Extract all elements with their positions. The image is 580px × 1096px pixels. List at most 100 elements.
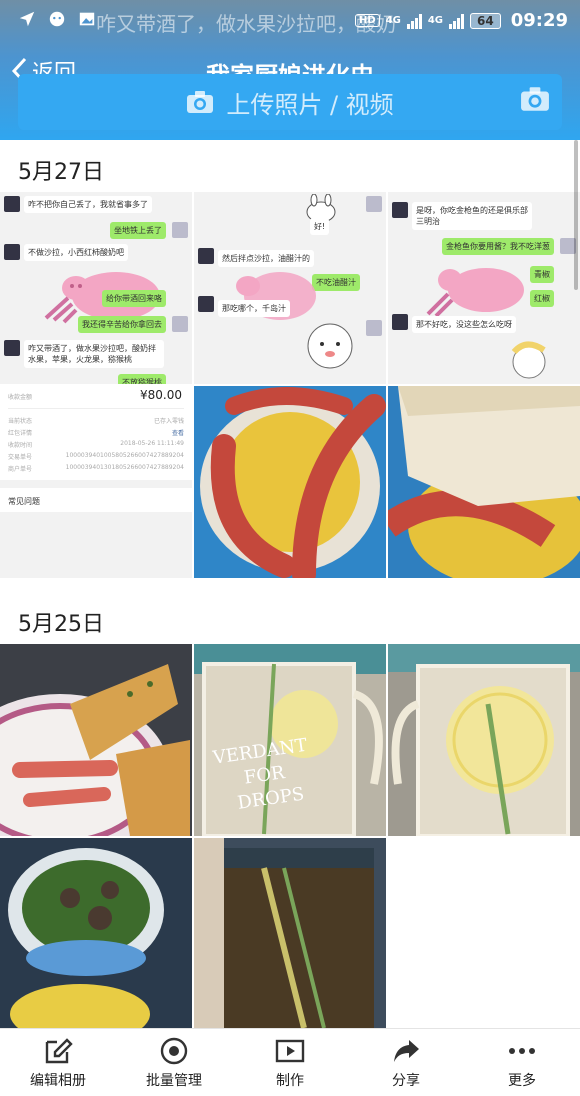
receipt-label: 收款金额 xyxy=(8,394,33,401)
avatar xyxy=(4,340,20,356)
status-icons-left xyxy=(18,10,96,28)
chat-app-icon xyxy=(49,11,65,27)
scrollbar[interactable] xyxy=(574,140,578,290)
avatar xyxy=(172,316,188,332)
chat-message: 那不好吃，没这些怎么吃呀 xyxy=(412,316,516,333)
photo-thumbnail[interactable] xyxy=(0,644,192,836)
signal-icon-2 xyxy=(449,13,464,29)
chat-message: 红椒 xyxy=(530,290,554,307)
avatar xyxy=(198,248,214,264)
receipt-row: 收款时间 2018-05-26 11:11:49 xyxy=(8,440,184,449)
avatar xyxy=(366,196,382,212)
photo-thumbnail[interactable]: 咋不把你自己丢了，我就省事多了 坐地铁上丢了 不做沙拉，小西红柿酸奶吧 给你带酒… xyxy=(0,192,192,384)
chat-message: 咋又带酒了，做水果沙拉吧，酸奶拌水果，苹果，火龙果，猕猴桃 xyxy=(24,340,164,368)
receipt-faq: 常见问题 xyxy=(8,497,40,506)
receipt-key: 交易单号 xyxy=(8,454,33,461)
camera-icon-right[interactable] xyxy=(520,86,550,112)
photo-thumbnail[interactable] xyxy=(194,838,386,1030)
receipt-background xyxy=(0,512,192,578)
avatar xyxy=(4,244,20,260)
section-date: 5月27日 xyxy=(18,160,104,185)
character-sticker-icon xyxy=(307,323,353,369)
photo-thumbnail[interactable]: 是呀，你吃金枪鱼的还是俱乐部三明治 金枪鱼你要用酱？我不吃洋葱 青椒 红椒 那不… xyxy=(388,192,580,384)
receipt-key: 红包详情 xyxy=(8,430,33,437)
bottom-toolbar: 编辑相册 批量管理 制作 分享 更多 xyxy=(0,1028,580,1096)
photo-thumbnail[interactable] xyxy=(388,644,580,836)
toolbar-label: 更多 xyxy=(508,1072,536,1089)
food-photo-toast xyxy=(388,386,580,578)
receipt-row: 交易单号 1000039401005805266007427889204 xyxy=(8,452,184,461)
section-date: 5月25日 xyxy=(18,612,104,637)
divider xyxy=(0,480,192,488)
photo-thumbnail[interactable] xyxy=(194,386,386,578)
status-bar: 咋又带酒了，做水果沙拉吧，酸奶 HD 4G 4G 64 09:29 xyxy=(0,0,580,42)
receipt-value: 1000039401301805266007427889204 xyxy=(65,464,184,471)
more-button[interactable]: 更多 xyxy=(464,1029,580,1096)
photo-grid: VERDANT FOR DROPS xyxy=(0,644,580,1030)
receipt-value: 2018-05-26 11:11:49 xyxy=(120,440,184,447)
chat-message: 好! xyxy=(310,218,330,235)
receipt-value: 1000039401005805266007427889204 xyxy=(65,452,184,459)
chat-message: 我还得辛苦给你拿回去 xyxy=(78,316,166,333)
receipt-row: 红包详情 查看 xyxy=(8,428,184,437)
batch-manage-button[interactable]: 批量管理 xyxy=(116,1029,232,1096)
toolbar-label: 批量管理 xyxy=(146,1072,202,1089)
toolbar-label: 制作 xyxy=(276,1072,304,1089)
header: 咋又带酒了，做水果沙拉吧，酸奶 HD 4G 4G 64 09:29 返回 我家厨… xyxy=(0,0,580,140)
food-photo-egg-sausage xyxy=(194,386,386,578)
chat-message: 不放猕猴桃 xyxy=(118,374,166,384)
clock: 09:29 xyxy=(510,10,568,31)
more-icon xyxy=(509,1047,535,1054)
toolbar-label: 分享 xyxy=(392,1072,420,1089)
avatar xyxy=(392,314,408,330)
divider xyxy=(8,408,184,409)
receipt-amount: ¥80.00 xyxy=(140,388,182,402)
receipt-key: 收款时间 xyxy=(8,442,33,449)
avatar xyxy=(198,296,214,312)
chat-message: 是呀，你吃金枪鱼的还是俱乐部三明治 xyxy=(412,202,532,230)
receipt-key: 当前状态 xyxy=(8,418,33,425)
share-icon xyxy=(394,1039,419,1062)
network-4g-1: 4G xyxy=(385,14,401,26)
receipt-row: 商户单号 1000039401301805266007427889204 xyxy=(8,464,184,473)
dark-drink-jar-photo xyxy=(194,838,386,1029)
lemon-water-jar-photo xyxy=(388,644,580,836)
photo-thumbnail[interactable]: VERDANT FOR DROPS xyxy=(194,644,386,836)
receipt-row: 当前状态 已存入零钱 xyxy=(8,416,184,425)
chat-message: 给你带酒回来咯 xyxy=(102,290,166,307)
avatar xyxy=(4,196,20,212)
photo-thumbnail[interactable] xyxy=(388,386,580,578)
signal-icon xyxy=(406,13,422,29)
photo-thumbnail[interactable]: 好! 然后拌点沙拉，油醋汁的 不吃油醋汁 那吃哪个，千岛汁 xyxy=(194,192,386,384)
battery-indicator: 64 xyxy=(470,12,501,29)
upload-button[interactable]: 上传照片 / 视频 xyxy=(18,74,562,130)
upload-label: 上传照片 / 视频 xyxy=(226,90,394,119)
chat-message: 那吃哪个，千岛汁 xyxy=(218,300,290,317)
food-photo-peppers xyxy=(0,838,192,1030)
peppa-sticker-icon xyxy=(426,268,524,318)
share-button[interactable]: 分享 xyxy=(348,1029,464,1096)
status-icons-right: HD 4G 4G 64 09:29 xyxy=(354,10,568,31)
location-icon xyxy=(19,11,35,27)
character-sticker-icon xyxy=(511,341,546,379)
edit-icon xyxy=(45,1037,73,1063)
photo-thumbnail[interactable]: 收款金额 ¥80.00 当前状态 已存入零钱 红包详情 查看 收款时间 2018-05… xyxy=(0,386,192,578)
hd-badge: HD xyxy=(354,14,380,27)
network-4g-2: 4G xyxy=(427,14,443,26)
create-button[interactable]: 制作 xyxy=(232,1029,348,1096)
batch-manage-icon xyxy=(160,1037,188,1064)
receipt-value: 已存入零钱 xyxy=(153,418,184,425)
avatar xyxy=(366,320,382,336)
avatar xyxy=(392,202,408,218)
album-page: 咋又带酒了，做水果沙拉吧，酸奶 HD 4G 4G 64 09:29 返回 我家厨… xyxy=(0,0,580,1096)
edit-album-button[interactable]: 编辑相册 xyxy=(0,1029,116,1096)
photo-thumbnail[interactable] xyxy=(0,838,192,1030)
camera-icon xyxy=(187,91,214,113)
receipt-link[interactable]: 查看 xyxy=(172,428,184,437)
chat-message: 坐地铁上丢了 xyxy=(110,222,166,239)
photo-grid: 咋不把你自己丢了，我就省事多了 坐地铁上丢了 不做沙拉，小西红柿酸奶吧 给你带酒… xyxy=(0,192,580,578)
avatar xyxy=(172,222,188,238)
food-photo-bread-sausage xyxy=(0,644,192,836)
chat-message: 青椒 xyxy=(530,266,554,283)
image-notification-icon xyxy=(79,12,95,26)
